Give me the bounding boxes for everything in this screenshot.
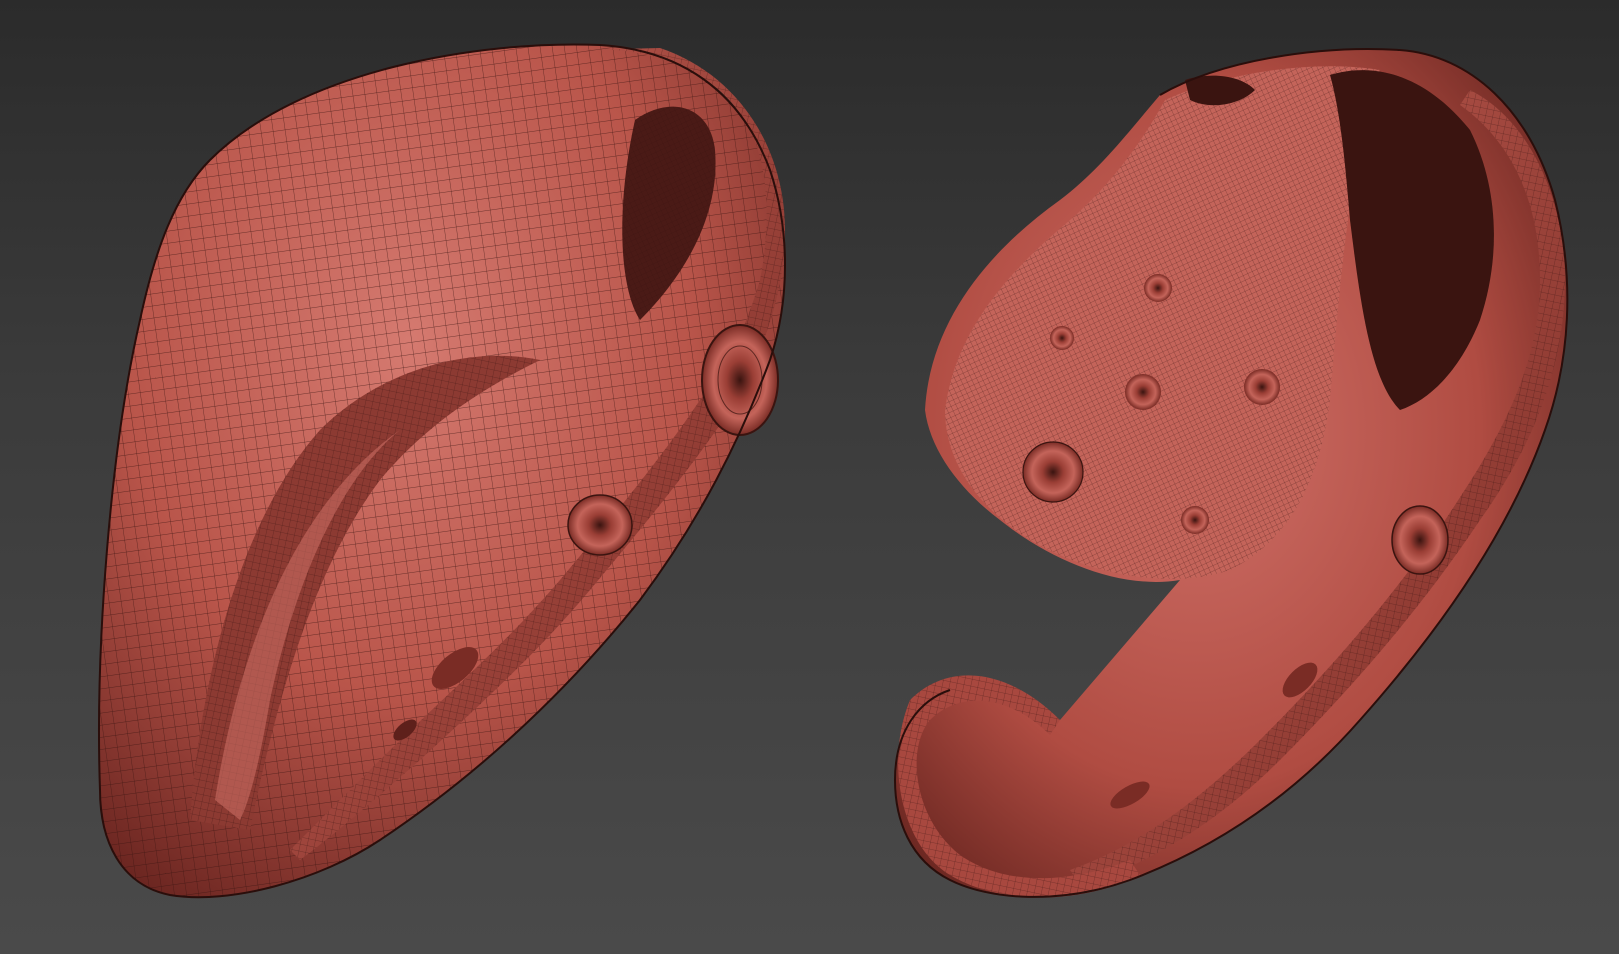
helmet-exterior-view[interactable]	[98, 43, 786, 899]
pad-mount	[1050, 326, 1074, 350]
pad-mount	[1125, 374, 1161, 410]
pad-mount	[1244, 369, 1280, 405]
viewport-canvas	[98, 43, 1569, 899]
3d-viewport[interactable]	[0, 0, 1619, 954]
pad-mount	[1144, 274, 1172, 302]
helmet-interior-view[interactable]	[893, 48, 1569, 898]
pad-mount	[1181, 506, 1209, 534]
